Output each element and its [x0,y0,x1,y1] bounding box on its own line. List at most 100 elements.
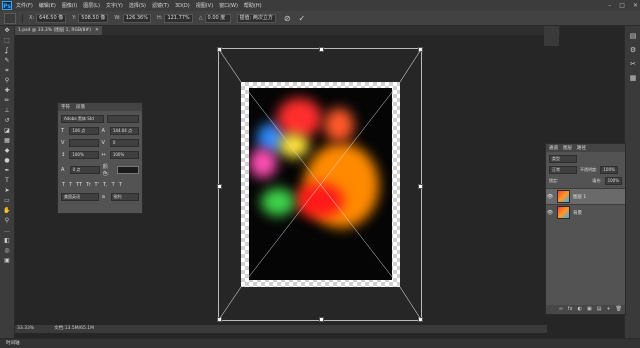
document-tab[interactable]: 1.psd @ 33.3% (图层 1, RGB/8#) ✕ [15,26,102,35]
new-layer-icon[interactable]: + [606,305,610,314]
y-input[interactable]: 508.50 像 [78,13,109,23]
faux-italic-button[interactable]: T [69,182,72,188]
tab-paragraph[interactable]: 段落 [76,104,85,110]
menu-file[interactable]: 文件(F) [16,2,33,9]
small-caps-button[interactable]: Tr [86,182,90,188]
baseline-shift-input[interactable]: 0 点 [69,166,100,174]
crop-tool-icon[interactable]: ⌗ [2,67,12,74]
superscript-button[interactable]: T' [95,182,99,188]
visibility-eye-icon[interactable]: 👁 [546,194,554,200]
commit-transform-icon[interactable]: ✓ [299,14,306,23]
hand-tool-icon[interactable]: ✋ [2,207,12,214]
faux-bold-button[interactable]: T [62,182,65,188]
swatches-panel-icon[interactable]: ▦ [625,74,640,82]
menu-help[interactable]: 帮助(H) [244,2,262,9]
rectangle-tool-icon[interactable]: ▭ [2,197,12,204]
vertical-scale-input[interactable]: 100% [69,151,99,159]
quick-select-tool-icon[interactable]: ✎ [2,57,12,64]
font-family-select[interactable]: Adobe 黑体 Std [61,115,105,123]
underline-button[interactable]: T [112,182,115,188]
menu-type[interactable]: 文字(Y) [106,2,123,9]
move-tool-icon[interactable]: ✥ [2,27,12,34]
path-select-tool-icon[interactable]: ➤ [2,187,12,194]
angle-input[interactable]: 0.00 度 [204,13,231,23]
pen-tool-icon[interactable]: ✒ [2,167,12,174]
tab-character[interactable]: 字符 [61,104,70,110]
properties-panel-icon[interactable]: ⚙ [625,46,640,54]
interpolation-select[interactable]: 插值: 两次立方 [236,13,276,23]
menu-view[interactable]: 视图(V) [196,2,213,9]
text-color-swatch[interactable] [116,166,140,174]
link-layers-icon[interactable]: ∞ [559,305,563,314]
tools-panel: ✥ ⬚ ʆ ✎ ⌗ ⚲ ✚ ✏ ⊥ ↺ ◪ ▦ ◆ ● ✒ T ➤ ▭ ✋ ⚲ … [0,26,15,338]
subscript-button[interactable]: T, [103,182,108,188]
quick-mask-icon[interactable]: ◎ [2,247,12,254]
marquee-tool-icon[interactable]: ⬚ [2,37,12,44]
font-size-input[interactable]: 106 点 [69,127,99,135]
all-caps-button[interactable]: TT [76,182,82,188]
menu-edit[interactable]: 编辑(E) [39,2,56,9]
maximize-button[interactable]: □ [619,0,625,11]
close-tab-icon[interactable]: ✕ [95,26,99,35]
add-mask-icon[interactable]: ◐ [578,305,582,314]
tracking-input[interactable]: 0 [109,139,139,147]
horizontal-scale-input[interactable]: 100% [109,151,139,159]
adjustment-layer-icon[interactable]: ▣ [587,305,592,314]
tab-channels[interactable]: 通道 [549,145,558,151]
menu-layer[interactable]: 图层(L) [83,2,100,9]
language-select[interactable]: 美国英语 [61,193,99,201]
brush-tool-icon[interactable]: ✏ [2,97,12,104]
layer-row[interactable]: 👁 图层 1 [546,188,625,204]
history-panel-icon[interactable]: ▤ [625,32,640,40]
timeline-tab[interactable]: 时间轴 [6,340,20,346]
blur-tool-icon[interactable]: ◆ [2,147,12,154]
eyedropper-tool-icon[interactable]: ⚲ [2,77,12,84]
document-info[interactable]: 文档:13.5M/65.1M [54,325,94,333]
healing-brush-tool-icon[interactable]: ✚ [2,87,12,94]
layer-name[interactable]: 背景 [573,210,582,216]
menu-window[interactable]: 窗口(W) [219,2,238,9]
layer-row[interactable]: 👁 背景 [546,204,625,220]
x-input[interactable]: 646.50 像 [36,13,67,23]
clone-stamp-tool-icon[interactable]: ⊥ [2,107,12,114]
layer-kind-filter[interactable]: 类型 [549,155,577,163]
opacity-input[interactable]: 100% [600,166,618,174]
menu-filter[interactable]: 滤镜(T) [152,2,169,9]
w-input[interactable]: 126.36% [122,13,151,23]
delete-layer-icon[interactable]: 🗑 [616,305,622,314]
visibility-eye-icon[interactable]: 👁 [546,210,554,216]
strikethrough-button[interactable]: T [119,182,122,188]
h-input[interactable]: 121.77% [164,13,193,23]
type-tool-icon[interactable]: T [2,177,12,184]
menu-image[interactable]: 图像(I) [62,2,77,9]
color-swatches-icon[interactable]: ◧ [2,237,12,244]
zoom-tool-icon[interactable]: ⚲ [2,217,12,224]
lasso-tool-icon[interactable]: ʆ [2,47,12,54]
anti-alias-select[interactable]: 锐利 [110,193,139,201]
screen-mode-icon[interactable]: ▣ [2,257,12,264]
tab-paths[interactable]: 路径 [577,145,586,151]
history-brush-tool-icon[interactable]: ↺ [2,117,12,124]
kerning-input[interactable] [69,139,99,147]
adjustments-panel-icon[interactable]: ✂ [625,60,640,68]
more-tools-icon[interactable]: … [2,227,12,234]
angle-field: △ 0.00 度 [199,13,231,23]
dodge-tool-icon[interactable]: ● [2,157,12,164]
gradient-tool-icon[interactable]: ▦ [2,137,12,144]
eraser-tool-icon[interactable]: ◪ [2,127,12,134]
blend-mode-select[interactable]: 正常 [549,166,577,174]
leading-input[interactable]: 144.04 点 [109,127,139,135]
fill-input[interactable]: 100% [604,177,622,185]
font-style-select[interactable] [107,115,139,123]
tool-preset-picker[interactable] [4,12,16,24]
cancel-transform-icon[interactable]: ⊘ [284,14,291,23]
new-group-icon[interactable]: ▤ [597,305,602,314]
tab-layers[interactable]: 图层 [563,145,572,151]
menu-3d[interactable]: 3D(D) [175,3,190,9]
minimize-button[interactable]: – [608,0,611,11]
zoom-level[interactable]: 33.33% [17,325,34,333]
layer-name[interactable]: 图层 1 [573,194,586,200]
menu-select[interactable]: 选择(S) [129,2,146,9]
layer-style-icon[interactable]: fx [568,305,573,314]
close-button[interactable]: ✕ [633,0,638,11]
